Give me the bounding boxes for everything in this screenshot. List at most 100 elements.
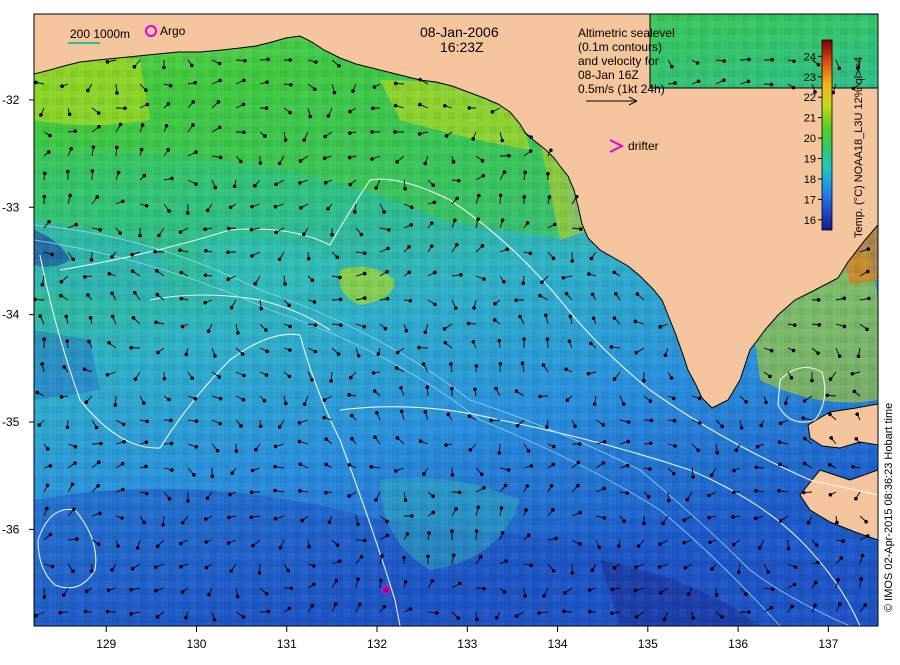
velocity-arrow-head: [350, 414, 353, 417]
velocity-arrow-head: [290, 587, 293, 590]
velocity-arrow-head: [205, 541, 208, 544]
velocity-arrow-head: [156, 269, 159, 272]
velocity-arrow-head: [643, 379, 646, 382]
velocity-arrow-head: [591, 569, 594, 572]
velocity-arrow-head: [481, 473, 484, 476]
velocity-arrow-head: [548, 196, 551, 199]
velocity-arrow-head: [313, 301, 316, 304]
velocity-arrow-head: [784, 402, 787, 405]
velocity-arrow-head: [289, 111, 292, 114]
velocity-arrow-head: [838, 603, 841, 606]
velocity-arrow-head: [683, 519, 686, 522]
velocity-arrow-head: [99, 512, 102, 515]
velocity-arrow-head: [69, 194, 72, 197]
velocity-arrow-head: [829, 378, 832, 381]
velocity-arrow-head: [47, 151, 50, 154]
velocity-arrow-head: [481, 245, 484, 248]
velocity-arrow-head: [303, 403, 306, 406]
velocity-arrow-head: [121, 200, 124, 203]
velocity-arrow-head: [807, 521, 810, 524]
velocity-arrow-head: [424, 331, 427, 334]
velocity-arrow-head: [60, 280, 63, 283]
velocity-arrow-head: [408, 246, 411, 249]
velocity-arrow-head: [431, 580, 434, 583]
velocity-arrow-head: [574, 425, 577, 428]
velocity-arrow-head: [829, 413, 832, 416]
velocity-arrow-head: [708, 494, 711, 497]
velocity-arrow-head: [525, 509, 528, 512]
velocity-arrow-head: [635, 566, 638, 569]
velocity-arrow-head: [460, 273, 463, 276]
x-tick-label: 130: [186, 637, 206, 651]
velocity-arrow-head: [219, 422, 222, 425]
velocity-arrow-head: [49, 465, 52, 468]
velocity-arrow-head: [452, 554, 455, 557]
velocity-arrow-head: [165, 124, 168, 127]
velocity-arrow-head: [265, 374, 268, 377]
y-tick-label: -35: [2, 415, 20, 429]
velocity-arrow-head: [733, 469, 736, 472]
velocity-arrow-head: [360, 233, 363, 236]
velocity-arrow-head: [254, 282, 257, 285]
velocity-arrow-head: [154, 250, 157, 253]
velocity-arrow-head: [671, 65, 674, 68]
velocity-arrow-head: [817, 561, 820, 564]
velocity-arrow-head: [865, 520, 868, 523]
velocity-arrow-head: [73, 508, 76, 511]
velocity-arrow-head: [602, 462, 605, 465]
velocity-arrow-head: [817, 299, 820, 302]
velocity-arrow-head: [216, 449, 219, 452]
velocity-arrow-head: [469, 449, 472, 452]
velocity-arrow-head: [864, 604, 867, 607]
velocity-arrow-head: [185, 353, 188, 356]
velocity-arrow-head: [710, 474, 713, 477]
argo-legend-label: Argo: [160, 24, 186, 38]
velocity-arrow-head: [259, 425, 262, 428]
velocity-arrow-head: [308, 545, 311, 548]
velocity-arrow-head: [434, 303, 437, 306]
velocity-arrow-head: [755, 466, 758, 469]
velocity-arrow-head: [364, 539, 367, 542]
velocity-arrow-head: [194, 398, 197, 401]
velocity-arrow-head: [288, 375, 291, 378]
y-axis: -32-33-34-35-36: [2, 93, 34, 536]
x-tick-label: 132: [367, 637, 387, 651]
velocity-arrow-head: [748, 611, 751, 614]
velocity-arrow-head: [187, 500, 190, 503]
velocity-arrow-head: [289, 59, 292, 62]
velocity-arrow-head: [99, 228, 102, 231]
velocity-arrow-head: [577, 461, 580, 464]
velocity-arrow-head: [307, 257, 310, 260]
velocity-arrow-head: [163, 66, 166, 69]
velocity-arrow-head: [426, 386, 429, 389]
velocity-arrow-head: [315, 61, 318, 64]
velocity-arrow-head: [323, 399, 326, 402]
velocity-arrow-head: [67, 170, 70, 173]
velocity-arrow-head: [383, 211, 386, 214]
velocity-arrow-head: [611, 612, 614, 615]
velocity-arrow-head: [423, 473, 426, 476]
velocity-arrow-head: [167, 149, 170, 152]
velocity-arrow-head: [779, 520, 782, 523]
velocity-arrow-head: [136, 547, 139, 550]
velocity-arrow-head: [613, 378, 616, 381]
velocity-arrow-head: [855, 438, 858, 441]
velocity-arrow-head: [552, 569, 555, 572]
velocity-arrow-head: [314, 350, 317, 353]
velocity-arrow-head: [363, 297, 366, 300]
velocity-arrow-head: [376, 411, 379, 414]
velocity-arrow-head: [400, 410, 403, 413]
velocity-arrow-head: [179, 249, 182, 252]
velocity-arrow-head: [687, 593, 690, 596]
altimetry-legend-line-1: Altimetric sealevel: [578, 26, 675, 40]
velocity-arrow-head: [219, 156, 222, 159]
velocity-arrow-head: [769, 375, 772, 378]
velocity-arrow-head: [445, 444, 448, 447]
velocity-arrow-head: [181, 325, 184, 328]
isobath-legend-label: 200 1000m: [70, 27, 130, 41]
velocity-arrow-head: [311, 279, 314, 282]
velocity-arrow-head: [373, 86, 376, 89]
velocity-arrow-head: [206, 209, 209, 212]
velocity-arrow-head: [43, 338, 46, 341]
velocity-arrow-head: [386, 297, 389, 300]
